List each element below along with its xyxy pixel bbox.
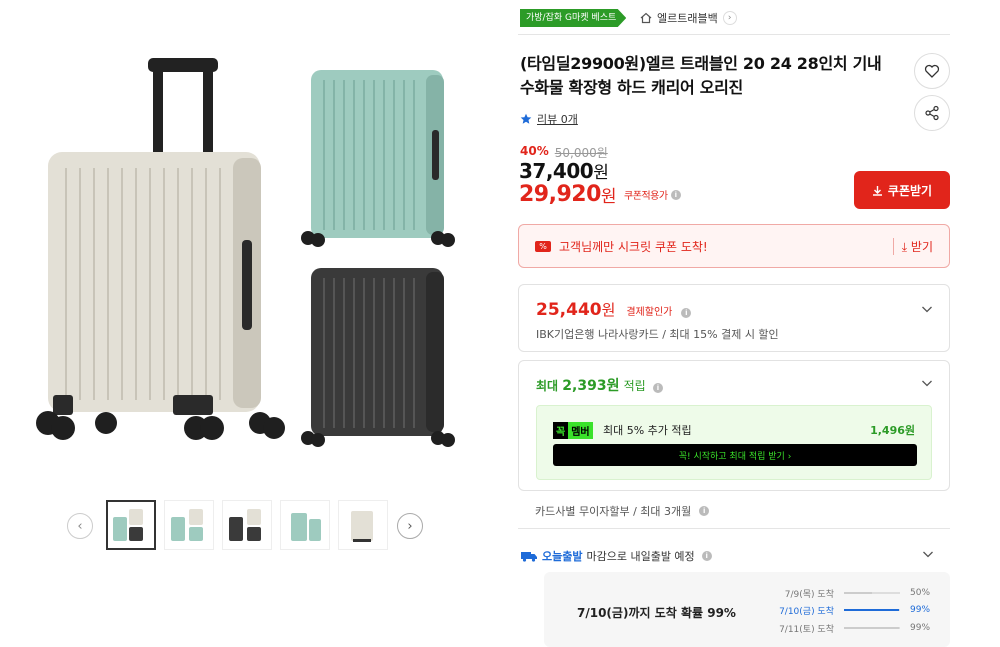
thumbnail-1[interactable] [106,500,156,550]
chevron-down-icon[interactable] [922,548,934,560]
arrival-row: 7/10(금) 도착 99% [764,603,934,617]
member-badge-part-b: 멤버 [568,422,593,439]
points-card: 최대 2,393원 적립 i 꼭 멤버 최대 5% 추가 적립 1,496원 꼭!… [518,360,950,491]
heart-icon [924,64,940,78]
best-badge[interactable]: 가방/잡화 G마켓 베스트 [520,9,627,27]
currency-label: 원 [593,163,609,183]
points-amount: 2,393원 [562,378,620,394]
info-icon[interactable]: i [652,383,663,393]
review-link[interactable]: 리뷰 0개 [520,111,578,127]
thumbnail-image [113,509,143,541]
favorite-button[interactable] [914,53,950,89]
payment-discount-card[interactable]: 25,440원 결제할인가 i IBK기업은행 나라사랑카드 / 최대 15% … [518,284,950,352]
arrival-probability-box: 7/10(금)까지 도착 확률 99% 7/9(목) 도착 50% 7/10(금… [544,572,950,647]
chevron-right-icon: › [407,518,413,534]
beige-suitcase-image [36,58,285,440]
currency-label: 원 [601,301,616,319]
arrival-date: 7/10(금) 도착 [779,606,834,617]
installment-text: 카드사별 무이자할부 / 최대 3개월 [535,505,692,518]
arrival-pct: 50% [910,588,931,598]
thumbnail-2[interactable] [164,500,214,550]
thumbnail-image [171,509,203,541]
payment-discount-label: 결제할인가 [626,307,673,318]
payment-discount-price: 25,440원 결제할인가 i [536,299,692,320]
secret-coupon-text: 고객님께만 시크릿 쿠폰 도착! [559,239,708,254]
coupon-price-note: 쿠폰적용가 [624,191,668,202]
sale-price: 37,400원 [519,158,609,183]
arrival-headline: 7/10(금)까지 도착 확률 99% [577,606,736,620]
points-label: 적립 [623,379,646,393]
main-product-image[interactable] [28,50,473,460]
points-header: 최대 2,393원 적립 i [536,375,663,395]
arrival-date: 7/11(토) 도착 [779,624,834,635]
download-icon: ⤓ [901,239,908,254]
thumbnail-image [229,509,261,541]
info-icon[interactable]: i [670,189,681,200]
share-button[interactable] [914,95,950,131]
thumbnail-3[interactable] [222,500,272,550]
coupon-download-button[interactable]: 쿠폰받기 [854,171,950,209]
chevron-down-icon[interactable] [921,377,933,389]
arrival-row: 7/9(목) 도착 50% [764,586,934,600]
member-badge: 꼭 멤버 [553,422,593,439]
black-suitcase-image [301,268,455,447]
gallery-next-button[interactable]: › [397,513,423,539]
store-link[interactable]: 엘르트래블백 › [640,9,737,27]
chevron-right-icon: › [722,11,737,25]
secret-coupon-banner[interactable]: % 고객님께만 시크릿 쿠폰 도착! ⤓ 받기 [518,224,950,268]
truck-icon [521,552,537,562]
secret-coupon-receive-label: 받기 [910,239,933,254]
chevron-left-icon: ‹ [77,518,83,534]
home-icon [640,12,652,24]
arrival-date: 7/9(목) 도착 [784,589,834,600]
coupon-button-label: 쿠폰받기 [887,183,933,198]
share-icon [925,105,939,121]
thumbnail-image [351,511,373,542]
secret-coupon-receive[interactable]: ⤓ 받기 [892,237,933,255]
thumbnail-4[interactable] [280,500,330,550]
divider [518,528,950,529]
review-count: 리뷰 0개 [537,113,578,126]
breadcrumb: 가방/잡화 G마켓 베스트 엘르트래블백 › [518,9,950,35]
thumbnail-5[interactable] [338,500,388,550]
arrival-bar [844,609,900,611]
arrival-row: 7/11(토) 도착 99% [764,621,934,635]
thumbnail-image [291,513,321,541]
delivery-text: 마감으로 내일출발 예정 [586,550,695,563]
coupon-price-value: 29,920 [519,182,601,207]
arrival-pct: 99% [910,623,931,633]
points-prefix: 최대 [536,379,559,393]
store-name: 엘르트래블백 [657,12,718,25]
payment-price-value: 25,440 [536,300,602,320]
member-points: 1,496원 [870,424,915,437]
arrival-bar [844,592,900,594]
info-icon[interactable]: i [701,551,712,561]
info-icon[interactable]: i [699,506,710,516]
member-benefit-box: 꼭 멤버 최대 5% 추가 적립 1,496원 꼭! 시작하고 최대 적립 받기 … [536,405,932,480]
thumbnail-strip: ‹ › [67,500,427,552]
arrival-pct: 99% [910,605,931,615]
info-icon[interactable]: i [681,308,692,318]
mint-suitcase-image [301,70,455,247]
delivery-brand: 오늘출발 [542,550,583,563]
installment-info: 카드사별 무이자할부 / 최대 3개월 i [535,503,710,519]
member-badge-part-a: 꼭 [553,422,569,439]
member-start-button[interactable]: 꼭! 시작하고 최대 적립 받기 › [553,444,917,466]
member-benefit-desc: 최대 5% 추가 적립 [603,424,692,437]
sale-price-value: 37,400 [519,159,594,183]
star-icon [520,113,532,124]
gallery-prev-button[interactable]: ‹ [67,513,93,539]
chevron-down-icon[interactable] [921,303,933,315]
delivery-header: 오늘출발 마감으로 내일출발 예정 i [520,548,712,564]
coupon-icon: % [535,240,551,252]
payment-discount-detail: IBK기업은행 나라사랑카드 / 최대 15% 결제 시 할인 [536,328,779,341]
coupon-price: 29,920 원 쿠폰적용가 i [519,182,681,207]
currency-label: 원 [600,187,617,207]
download-icon [872,185,882,196]
arrival-bar [844,627,900,629]
product-title: (타임딜29900원)엘르 트래블인 20 24 28인치 기내 수화물 확장형… [520,54,882,97]
